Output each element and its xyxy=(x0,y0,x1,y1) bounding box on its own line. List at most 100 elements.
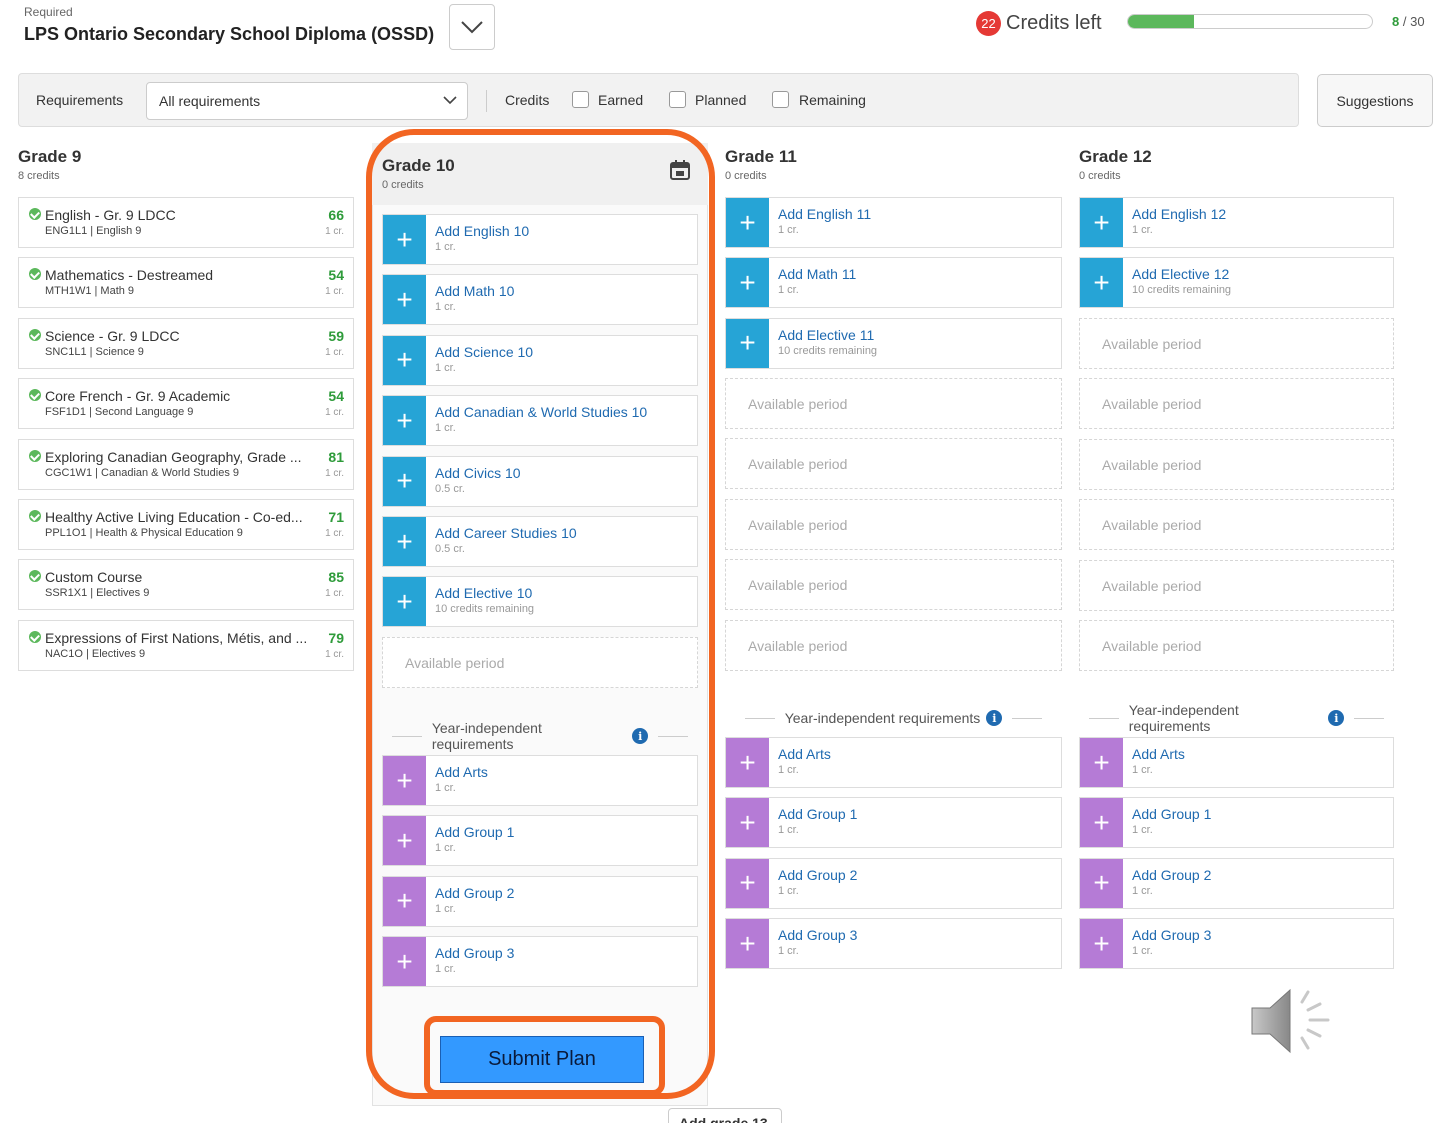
add-year-independent-card[interactable]: + Add Group 21 cr. xyxy=(725,857,1062,909)
available-period-slot[interactable]: Available period xyxy=(1079,559,1394,611)
course-grade: 79 xyxy=(328,629,344,646)
add-requirement-card[interactable]: + Add Elective 12 10 credits remaining xyxy=(1079,257,1394,309)
available-period-label: Available period xyxy=(748,516,848,533)
credits-left-label: Credits left xyxy=(1006,12,1102,34)
course-credit: 1 cr. xyxy=(325,528,344,539)
course-title: English - Gr. 9 LDCC xyxy=(45,207,176,223)
course-title: Expressions of First Nations, Métis, and… xyxy=(45,629,308,646)
available-period-slot[interactable]: Available period xyxy=(725,438,1062,490)
add-card-sub: 1 cr. xyxy=(778,284,799,297)
check-circle-icon xyxy=(29,268,41,281)
add-requirement-card[interactable]: + Add Math 11 1 cr. xyxy=(725,257,1062,309)
available-period-slot[interactable]: Available period xyxy=(725,559,1062,611)
available-period-slot[interactable]: Available period xyxy=(725,378,1062,429)
plus-icon: + xyxy=(726,198,769,247)
course-card[interactable]: Healthy Active Living Education - Co-ed.… xyxy=(18,499,354,550)
course-card[interactable]: Mathematics - Destreamed MTH1W1 | Math 9 5… xyxy=(18,257,354,309)
heading-line xyxy=(1354,717,1384,719)
course-credit: 1 cr. xyxy=(325,648,344,660)
course-card[interactable]: English - Gr. 9 LDCC ENG1L1 | English 9 66… xyxy=(18,197,354,248)
planned-label: Planned xyxy=(695,92,747,108)
course-credit: 1 cr. xyxy=(325,588,344,600)
plus-icon: + xyxy=(1080,798,1123,848)
check-circle-icon xyxy=(29,389,41,402)
check-circle-icon xyxy=(29,570,41,583)
credits-progress-bar xyxy=(1127,14,1373,29)
check-circle-icon xyxy=(29,630,41,643)
available-period-slot[interactable]: Available period xyxy=(1079,378,1394,430)
submit-highlight-outline xyxy=(424,1016,665,1096)
progress-count: 8 / 30 xyxy=(1392,14,1425,29)
add-grade-button[interactable]: Add grade 13 xyxy=(668,1108,782,1123)
add-requirement-card[interactable]: + Add English 11 1 cr. xyxy=(725,197,1062,248)
program-dropdown-button[interactable] xyxy=(449,4,495,50)
add-card-title: Add Group 1 xyxy=(778,806,858,823)
add-card-title: Add Arts xyxy=(1132,746,1185,762)
grade10-highlight-outline xyxy=(366,129,715,1099)
course-grade: 54 xyxy=(328,267,344,284)
info-icon[interactable]: i xyxy=(1328,710,1345,726)
speaker-icon[interactable] xyxy=(1248,980,1338,1060)
filter-bar: Requirements All requirements Credits Ea… xyxy=(18,73,1299,127)
available-period-slot[interactable]: Available period xyxy=(725,619,1062,671)
add-card-title: Add Arts xyxy=(778,746,831,762)
plus-icon: + xyxy=(726,798,769,848)
course-card[interactable]: Science - Gr. 9 LDCC SNC1L1 | Science 9 59… xyxy=(18,317,354,369)
add-year-independent-card[interactable]: + Add Group 31 cr. xyxy=(725,918,1062,970)
course-title: Core French - Gr. 9 Academic xyxy=(45,388,231,405)
add-card-sub: 1 cr. xyxy=(778,945,799,958)
add-year-independent-card[interactable]: + Add Group 21 cr. xyxy=(1079,857,1394,909)
add-year-independent-card[interactable]: + Add Arts 1 cr. xyxy=(1079,737,1394,788)
grade11-credits: 0 credits xyxy=(725,170,767,182)
progress-earned: 8 xyxy=(1392,14,1400,29)
earned-label: Earned xyxy=(598,92,644,108)
planned-checkbox[interactable] xyxy=(669,91,686,108)
credits-left-badge: 22 xyxy=(976,11,1001,36)
add-requirement-card[interactable]: + Add Elective 11 10 credits remaining xyxy=(725,317,1062,369)
available-period-label: Available period xyxy=(748,637,848,654)
heading-line xyxy=(1012,717,1043,719)
add-card-title: Add Group 3 xyxy=(778,927,858,944)
course-credit: 1 cr. xyxy=(325,346,344,358)
available-period-label: Available period xyxy=(1102,456,1202,473)
info-icon[interactable]: i xyxy=(986,710,1003,726)
add-year-independent-card[interactable]: + Add Group 11 cr. xyxy=(725,797,1062,849)
remaining-checkbox[interactable] xyxy=(772,91,789,108)
check-circle-icon xyxy=(29,510,41,522)
course-card[interactable]: Expressions of First Nations, Métis, and… xyxy=(18,619,354,671)
course-code: SSR1X1 | Electives 9 xyxy=(45,587,150,600)
add-year-independent-card[interactable]: + Add Group 11 cr. xyxy=(1079,797,1394,849)
available-period-slot[interactable]: Available period xyxy=(725,498,1062,550)
available-period-slot[interactable]: Available period xyxy=(1079,620,1394,671)
earned-checkbox[interactable] xyxy=(572,91,589,108)
available-period-slot[interactable]: Available period xyxy=(1079,318,1394,369)
add-card-sub: 10 credits remaining xyxy=(1132,284,1232,297)
year-independent-heading: Year-independent requirements i xyxy=(1079,702,1394,734)
course-card[interactable]: Core French - Gr. 9 Academic FSF1D1 | Sec… xyxy=(18,378,354,430)
course-card[interactable]: Custom Course SSR1X1 | Electives 9 85 1 cr. xyxy=(18,559,354,611)
plus-icon: + xyxy=(726,858,769,908)
credits-progress-fill xyxy=(1128,15,1194,28)
add-card-sub: 1 cr. xyxy=(778,224,799,236)
requirements-select-value: All requirements xyxy=(159,93,261,109)
requirements-select[interactable]: All requirements xyxy=(146,82,468,120)
add-card-title: Add Group 2 xyxy=(778,866,858,883)
grade11-title: Grade 11 xyxy=(725,147,797,166)
add-year-independent-card[interactable]: + Add Arts 1 cr. xyxy=(725,737,1062,788)
course-title: Mathematics - Destreamed xyxy=(45,267,214,284)
grade12-title: Grade 12 xyxy=(1079,147,1152,166)
grade9-title: Grade 9 xyxy=(18,147,82,166)
course-card[interactable]: Exploring Canadian Geography, Grade ... C… xyxy=(18,438,354,490)
add-year-independent-card[interactable]: + Add Group 31 cr. xyxy=(1079,918,1394,970)
chevron-down-icon xyxy=(443,96,457,105)
available-period-label: Available period xyxy=(748,456,848,473)
course-credit: 1 cr. xyxy=(325,407,344,419)
suggestions-button[interactable]: Suggestions xyxy=(1317,74,1433,127)
available-period-label: Available period xyxy=(748,396,848,412)
available-period-slot[interactable]: Available period xyxy=(1079,438,1394,490)
available-period-slot[interactable]: Available period xyxy=(1079,499,1394,551)
plus-icon: + xyxy=(1080,258,1123,308)
add-requirement-card[interactable]: + Add English 12 1 cr. xyxy=(1079,197,1394,248)
course-grade: 71 xyxy=(328,509,344,525)
course-code: ENG1L1 | English 9 xyxy=(45,225,142,237)
